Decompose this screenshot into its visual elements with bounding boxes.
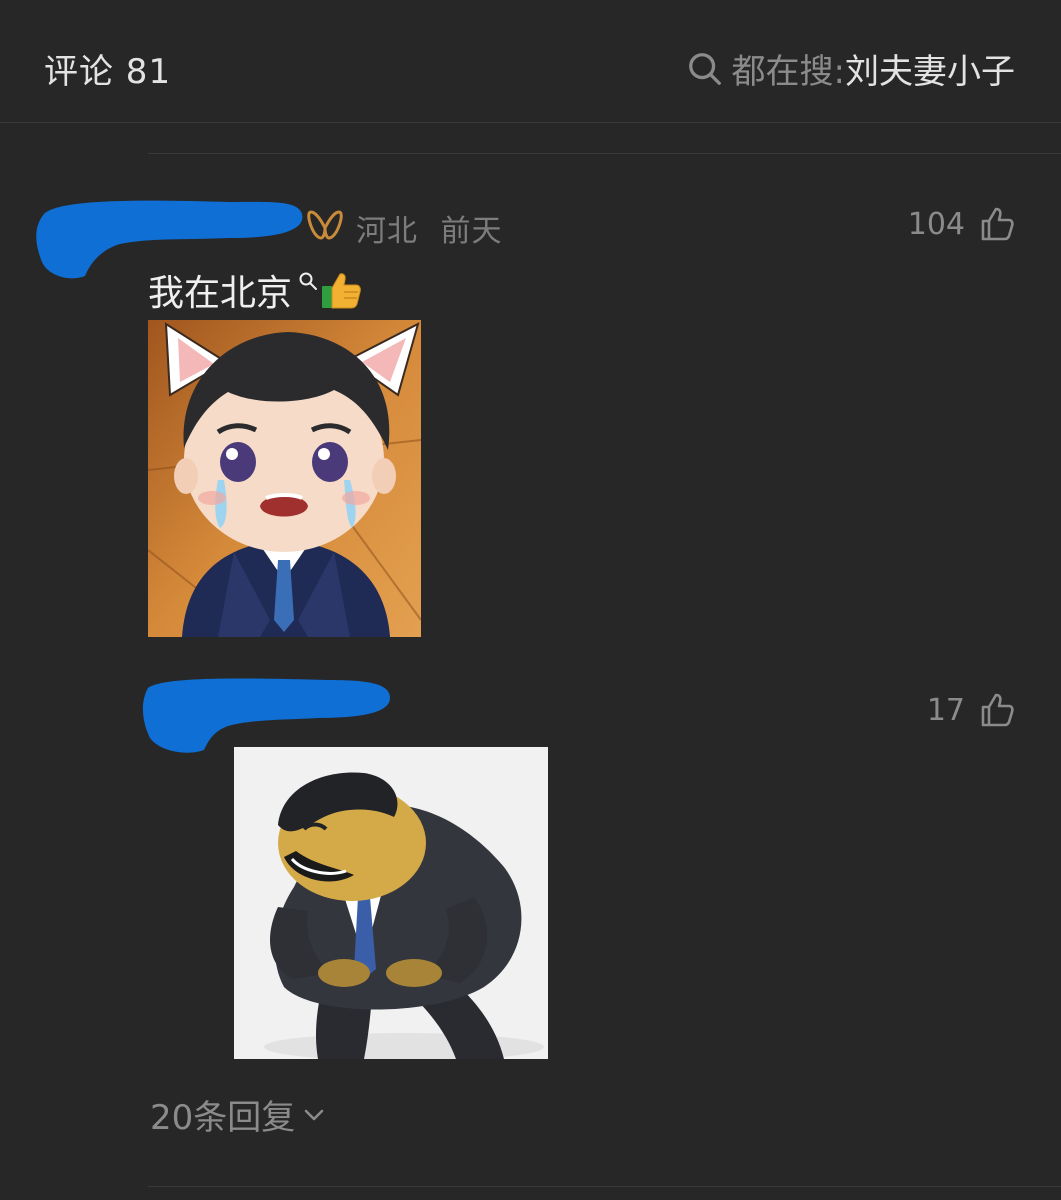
trending-search-link[interactable]: 都在搜: 刘夫妻小子 [686, 44, 1015, 93]
thumbs-up-icon [981, 207, 1014, 241]
comments-count-title: 评论 81 [44, 52, 172, 92]
comment-meta: 河北 前天 [356, 206, 503, 250]
like-button[interactable]: 17 [927, 692, 1015, 728]
vip-badge-icon [307, 210, 343, 240]
redacted-username [142, 678, 390, 753]
comment-time: 前天 [440, 214, 503, 249]
view-replies-button[interactable]: 20条回复 [150, 1090, 327, 1139]
search-icon[interactable] [298, 271, 318, 291]
like-button[interactable]: 104 [908, 206, 1015, 242]
chevron-down-icon [304, 1109, 324, 1120]
thumbs-up-emoji-icon [322, 273, 361, 309]
comment-screen: 评论 81 都在搜: 刘夫妻小子 河北 前天 104 我在北京 17 20条回复 [0, 0, 1061, 1200]
like-count: 104 [907, 206, 965, 242]
comment-text: 我在北京 [148, 273, 293, 314]
replies-label: 20条回复 [150, 1098, 296, 1138]
section-divider [148, 153, 1061, 154]
search-prefix-label: 都在搜: [731, 52, 845, 92]
laughing-figure-sticker[interactable] [234, 747, 548, 1059]
comment-location: 河北 [356, 214, 418, 249]
search-icon [688, 52, 721, 85]
comment-body: 我在北京 [148, 264, 364, 316]
header-divider [0, 122, 1061, 123]
like-count: 17 [926, 692, 965, 728]
search-term-label: 刘夫妻小子 [845, 52, 1015, 92]
thumbs-up-icon [981, 693, 1014, 727]
crying-cartoon-sticker[interactable] [148, 320, 421, 637]
section-divider [148, 1186, 1061, 1187]
